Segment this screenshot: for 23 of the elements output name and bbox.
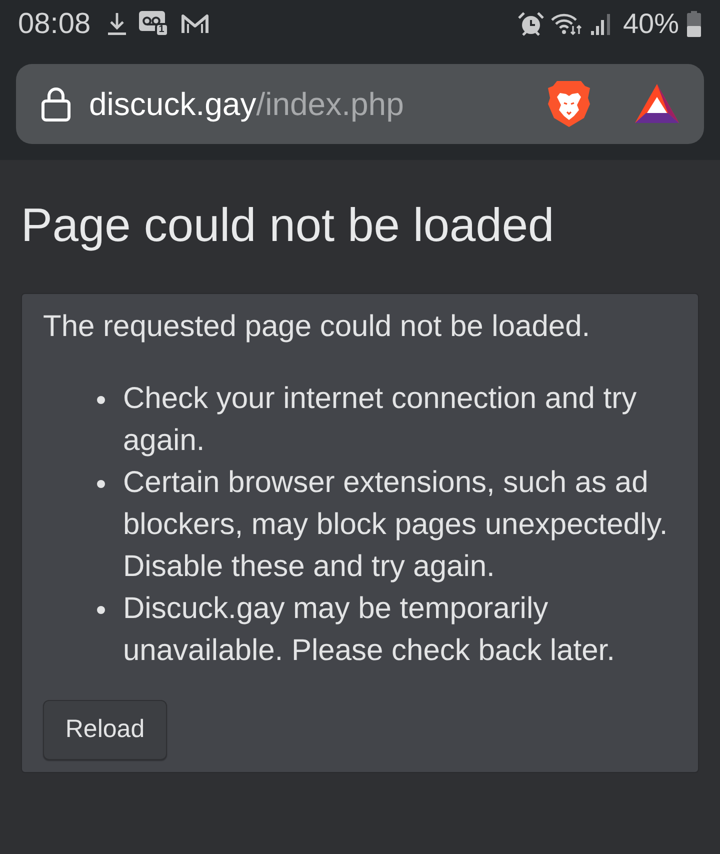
status-time: 08:08 bbox=[18, 10, 91, 38]
battery-icon bbox=[686, 11, 702, 37]
download-icon bbox=[106, 12, 127, 36]
count-badge: 1 bbox=[154, 23, 169, 37]
error-message: The requested page could not be loaded. bbox=[43, 309, 592, 345]
page-heading: Page could not be loaded bbox=[21, 197, 556, 253]
bullet-icon bbox=[97, 606, 105, 614]
address-bar[interactable]: discuck.gay/index.php bbox=[16, 64, 704, 144]
wifi-icon bbox=[550, 12, 583, 36]
tip-text: Discuck.gay may be temporarily unavailable. Please check back later. bbox=[123, 591, 616, 669]
lion-shield-icon[interactable] bbox=[547, 79, 591, 129]
tip-text: Certain browser extensions, such as ad blockers, may block pages unexpectedly. Disable these and try again. bbox=[123, 465, 669, 585]
alarm-clock-icon bbox=[518, 12, 544, 36]
triangle-logo-icon[interactable] bbox=[634, 83, 680, 125]
bullet-icon bbox=[97, 480, 105, 488]
tip-text: Check your internet connection and try again. bbox=[123, 381, 638, 459]
reload-button[interactable]: Reload bbox=[43, 700, 167, 760]
lock-icon[interactable] bbox=[40, 86, 72, 122]
url-text[interactable]: discuck.gay/index.php bbox=[89, 88, 404, 120]
mail-icon bbox=[180, 13, 209, 35]
battery-percent: 40% bbox=[622, 10, 679, 38]
bullet-icon bbox=[97, 396, 105, 404]
signal-icon bbox=[590, 12, 612, 36]
